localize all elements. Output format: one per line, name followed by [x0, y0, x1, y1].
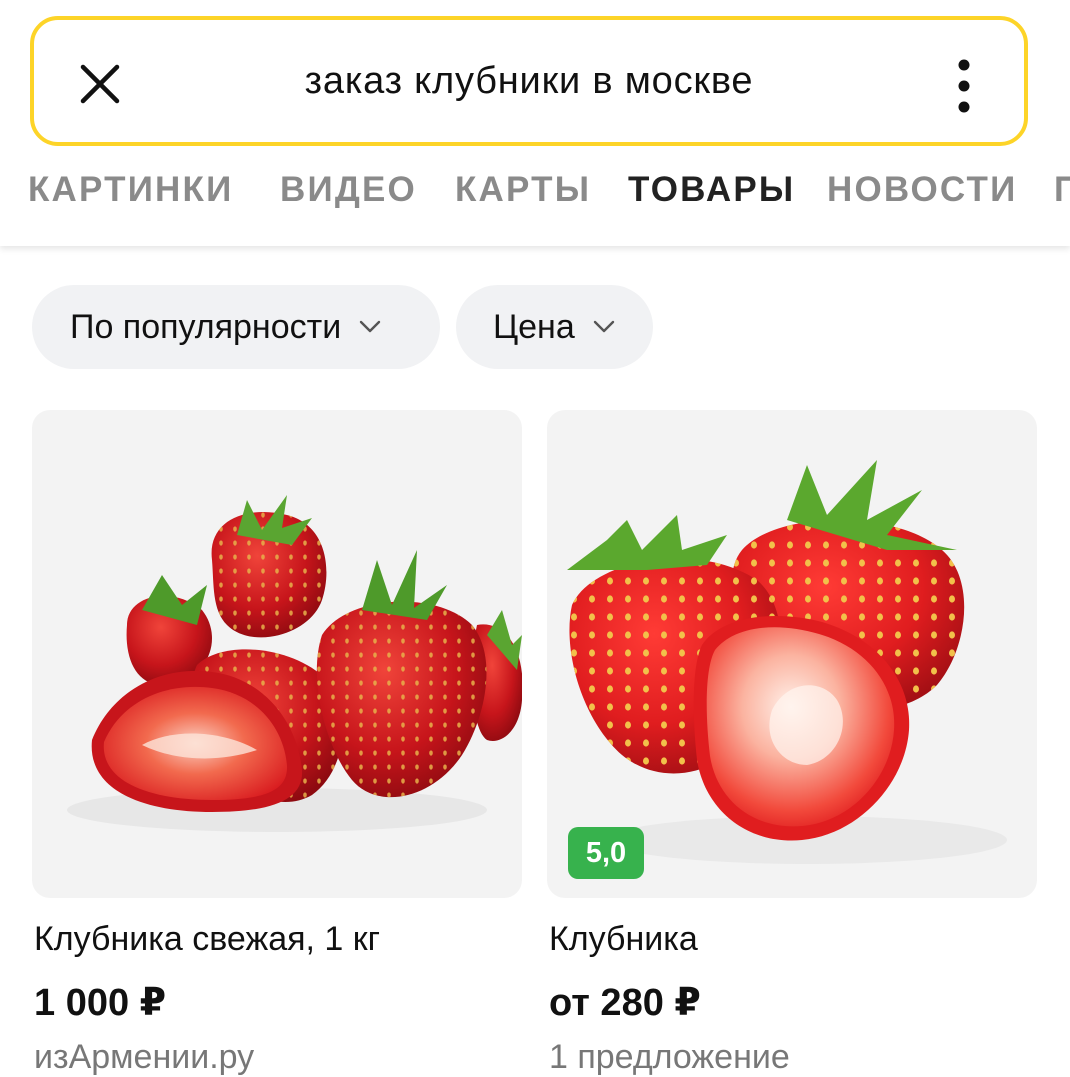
product-image[interactable] [32, 410, 522, 898]
tab-video[interactable]: ВИДЕО [280, 170, 417, 210]
product-seller[interactable]: изАрмении.ру [34, 1038, 254, 1077]
product-price: 1 000 ₽ [34, 982, 167, 1024]
search-query[interactable]: заказ клубники в москве [184, 20, 874, 142]
product-card[interactable]: 5,0 Клубника от 280 ₽ 1 предложение [547, 410, 1037, 1076]
product-offers[interactable]: 1 предложение [549, 1038, 790, 1077]
tab-more[interactable]: П [1054, 170, 1070, 210]
chevron-down-icon [593, 320, 614, 333]
sort-filter-label: По популярности [70, 307, 342, 346]
sort-filter-button[interactable]: По популярности [32, 285, 440, 369]
tab-products[interactable]: ТОВАРЫ [628, 170, 795, 210]
tab-news[interactable]: НОВОСТИ [827, 170, 1017, 210]
product-title[interactable]: Клубника [549, 920, 698, 959]
price-filter-button[interactable]: Цена [456, 285, 653, 369]
product-image[interactable]: 5,0 [547, 410, 1037, 898]
rating-badge: 5,0 [568, 827, 644, 879]
search-bar[interactable]: заказ клубники в москве [30, 16, 1028, 146]
tab-images[interactable]: КАРТИНКИ [28, 170, 233, 210]
price-filter-label: Цена [493, 307, 575, 346]
product-price: от 280 ₽ [549, 982, 701, 1024]
search-header: заказ клубники в москве КАРТИНКИ ВИДЕО К… [0, 0, 1070, 246]
strawberries-image [567, 460, 1007, 864]
product-card[interactable]: Клубника свежая, 1 кг 1 000 ₽ изАрмении.… [32, 410, 522, 1076]
more-vertical-icon[interactable] [954, 58, 974, 114]
strawberries-image [67, 495, 522, 832]
close-icon[interactable] [78, 62, 122, 106]
product-title[interactable]: Клубника свежая, 1 кг [34, 920, 380, 959]
chevron-down-icon [359, 320, 381, 333]
tab-maps[interactable]: КАРТЫ [455, 170, 591, 210]
search-tabs: КАРТИНКИ ВИДЕО КАРТЫ ТОВАРЫ НОВОСТИ П [28, 170, 1070, 220]
